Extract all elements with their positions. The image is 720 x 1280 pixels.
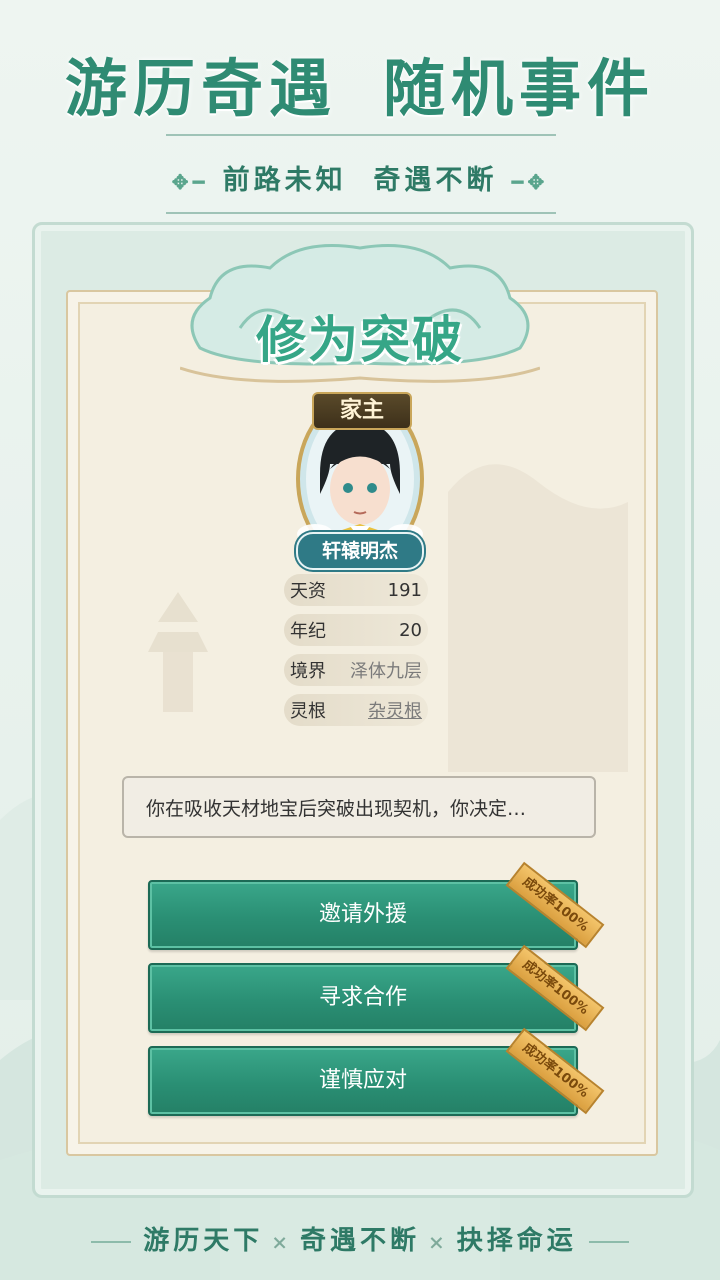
event-prompt: 你在吸收天材地宝后突破出现契机，你决定… [122, 776, 596, 838]
headline-left: 游历奇遇 [64, 52, 337, 125]
choice-label: 谨慎应对 [318, 1068, 407, 1093]
spirit-root-link[interactable]: 杂灵根 [368, 697, 422, 723]
footer-separator: × [428, 1230, 449, 1254]
footer-dash-right [588, 1241, 629, 1243]
choice-label: 邀请外援 [318, 902, 407, 927]
character-name: 轩辕明杰 [296, 532, 424, 570]
divider-top [166, 134, 556, 136]
footer-part2: 奇遇不断 [299, 1226, 420, 1256]
footer-separator: × [271, 1230, 292, 1254]
stat-value: 泽体九层 [350, 661, 422, 682]
stats-list: 天资 191 年纪 20 境界 泽体九层 灵根 杂灵根 [284, 574, 428, 734]
stat-row-realm: 境界 泽体九层 [284, 654, 428, 686]
footer-part3: 抉择命运 [456, 1226, 577, 1256]
stat-row-age: 年纪 20 [284, 614, 428, 646]
footer-part1: 游历天下 [143, 1226, 264, 1256]
stat-label: 灵根 [290, 701, 326, 722]
stat-label: 天资 [290, 581, 326, 602]
stat-value: 20 [399, 619, 422, 641]
stat-label: 年纪 [290, 621, 326, 642]
stat-row-aptitude: 天资 191 [284, 574, 428, 606]
choice-label: 寻求合作 [318, 985, 407, 1010]
tagline: ✥━ 前路未知 奇遇不断 ━✥ [0, 158, 720, 197]
ornament-left-icon: ✥━ [171, 169, 209, 194]
headline: 游历奇遇 随机事件 [0, 38, 720, 128]
divider-bottom [166, 212, 556, 214]
rank-badge: 家主 [312, 392, 412, 430]
panel-title: 修为突破 [256, 311, 464, 369]
ornament-right-icon: ━✥ [511, 169, 549, 194]
tagline-left: 前路未知 [222, 165, 347, 196]
tagline-right: 奇遇不断 [373, 165, 498, 196]
stat-row-spirit-root: 灵根 杂灵根 [284, 694, 428, 726]
footer-dash-left [91, 1241, 132, 1243]
stat-label: 境界 [290, 661, 326, 682]
headline-right: 随机事件 [383, 52, 656, 125]
footer-slogan: 游历天下 × 奇遇不断 × 抉择命运 [0, 1220, 720, 1257]
stat-value: 191 [387, 579, 422, 601]
